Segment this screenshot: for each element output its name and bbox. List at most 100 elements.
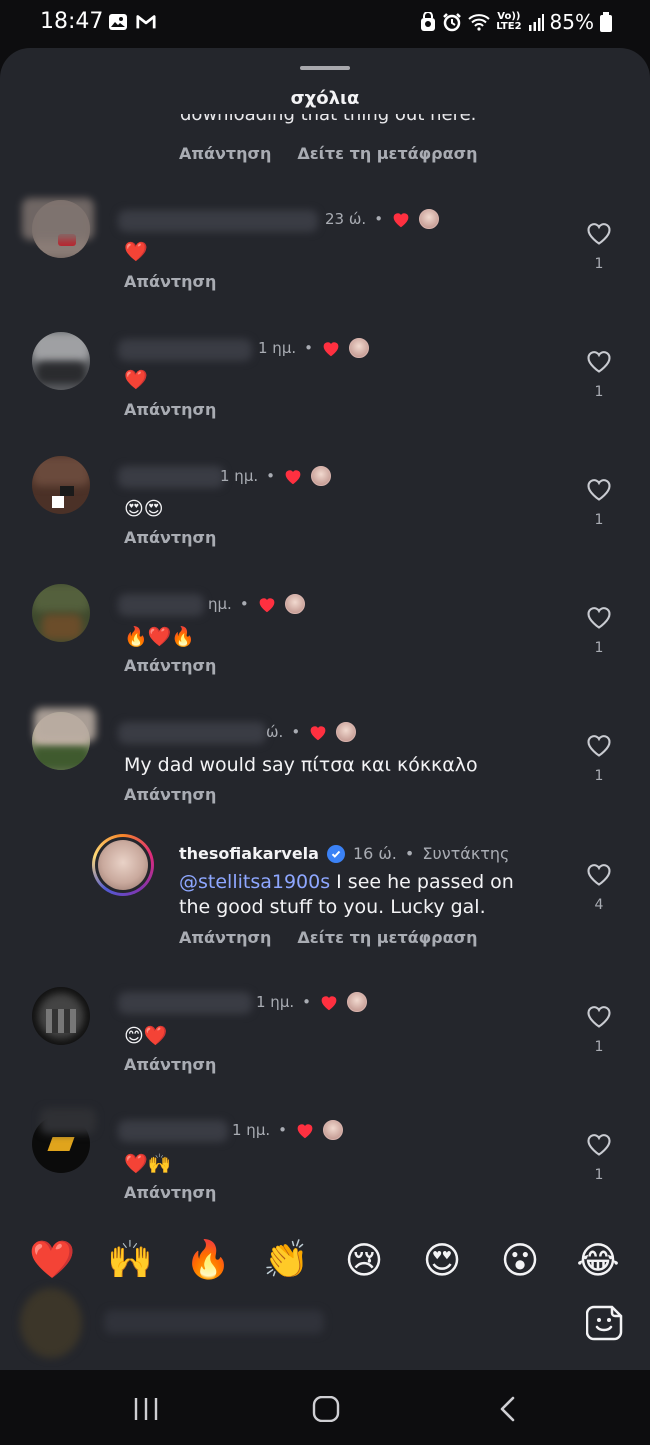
author-liked-heart-icon — [259, 598, 275, 613]
comment-time: 1 ημ. — [220, 467, 259, 485]
reply-button[interactable]: Απάντηση — [179, 928, 271, 947]
like-count: 4 — [594, 897, 604, 913]
quick-reactions-bar: ❤️ 🙌 🔥 👏 😢 😍 😮 😂 — [0, 1234, 650, 1286]
author-avatar-ring[interactable] — [92, 834, 154, 896]
reaction-heart-eyes[interactable]: 😍 — [418, 1239, 466, 1282]
blurred-username — [118, 466, 224, 488]
comment-text: ❤️ — [124, 369, 148, 391]
author-avatar-mini — [323, 1120, 343, 1140]
sheet-title: σχόλια — [290, 88, 360, 109]
avatar[interactable] — [32, 332, 90, 390]
status-time: 18:47 — [40, 9, 104, 34]
partial-comment-actions: Απάντηση Δείτε τη μετάφραση — [179, 144, 477, 163]
system-nav-bar — [0, 1370, 650, 1445]
gmail-icon — [136, 15, 156, 29]
avatar[interactable] — [32, 987, 90, 1045]
comment-text: 🔥❤️🔥 — [124, 626, 195, 648]
like-column: 4 — [581, 861, 617, 913]
see-translation-button[interactable]: Δείτε τη μετάφραση — [297, 144, 477, 163]
reply-button[interactable]: Απάντηση — [124, 272, 216, 291]
status-left-icons — [108, 12, 156, 32]
blurred-username — [118, 1120, 228, 1142]
like-count: 1 — [594, 768, 604, 784]
reply-button[interactable]: Απάντηση — [124, 785, 216, 804]
author-avatar-mini — [419, 209, 440, 229]
comment-text: ❤️🙌 — [124, 1153, 172, 1175]
reaction-clap[interactable]: 👏 — [262, 1238, 310, 1282]
author-liked-heart-icon — [323, 342, 339, 357]
comment-time: ώ. — [266, 723, 284, 741]
reaction-fire[interactable]: 🔥 — [184, 1238, 232, 1282]
back-icon[interactable] — [497, 1396, 519, 1422]
reply-button[interactable]: Απάντηση — [124, 1183, 216, 1202]
reaction-heart[interactable]: ❤️ — [28, 1238, 76, 1282]
heart-outline-icon[interactable] — [585, 1131, 613, 1157]
author-liked-heart-icon — [285, 470, 301, 485]
reaction-raised-hands[interactable]: 🙌 — [106, 1238, 154, 1282]
comment-time: 1 ημ. — [232, 1121, 271, 1139]
blurred-username-cover — [22, 198, 94, 240]
like-column: 1 — [581, 1131, 617, 1183]
reply-text-line1: I see he passed on — [330, 871, 514, 893]
heart-outline-icon[interactable] — [585, 476, 613, 502]
avatar[interactable] — [32, 584, 90, 642]
heart-outline-icon[interactable] — [585, 732, 613, 758]
reply-text-line2: the good stuff to you. Lucky gal. — [179, 896, 486, 918]
reply-time: 16 ώ. — [352, 844, 397, 863]
comment-composer — [0, 1282, 650, 1370]
author-liked-heart-icon — [297, 1124, 313, 1139]
comment-input[interactable] — [104, 1310, 324, 1334]
author-username[interactable]: thesofiakarvela — [179, 844, 319, 863]
comment-meta: ώ. • — [266, 722, 357, 742]
reply-button[interactable]: Απάντηση — [124, 400, 216, 419]
comments-sheet: σχόλια downloading that thing out here. … — [0, 48, 650, 1370]
wifi-icon — [468, 14, 490, 31]
blurred-username — [118, 339, 252, 361]
sticker-icon[interactable] — [586, 1304, 624, 1342]
comment-meta: 1 ημ. • — [258, 338, 369, 358]
heart-outline-icon[interactable] — [585, 1003, 613, 1029]
reply-button[interactable]: Απάντηση — [124, 1055, 216, 1074]
author-avatar-mini — [349, 338, 369, 358]
gallery-icon — [109, 14, 127, 30]
like-count: 1 — [594, 512, 604, 528]
verified-badge-icon — [326, 844, 345, 863]
heart-outline-icon[interactable] — [585, 604, 613, 630]
like-count: 1 — [594, 1039, 604, 1055]
blurred-username — [118, 594, 204, 616]
heart-outline-icon[interactable] — [585, 348, 613, 374]
blurred-username-cover — [40, 1108, 96, 1134]
reply-button[interactable]: Απάντηση — [179, 144, 271, 163]
alarm-icon — [443, 13, 462, 32]
heart-outline-icon[interactable] — [585, 861, 613, 887]
vpn-icon — [421, 12, 436, 31]
like-count: 1 — [594, 384, 604, 400]
comment-time: ημ. — [208, 595, 232, 613]
comment-time: 1 ημ. — [256, 993, 295, 1011]
like-count: 1 — [594, 640, 604, 656]
reply-button[interactable]: Απάντηση — [124, 656, 216, 675]
reaction-crying[interactable]: 😢 — [340, 1239, 388, 1282]
author-avatar — [98, 840, 148, 890]
reaction-laughing[interactable]: 😂 — [574, 1239, 622, 1282]
heart-outline-icon[interactable] — [585, 220, 613, 246]
reply-meta: thesofiakarvela 16 ώ. • Συντάκτης — [179, 844, 510, 863]
avatar[interactable] — [32, 456, 90, 514]
author-role: Συντάκτης — [422, 844, 510, 863]
reply-button[interactable]: Απάντηση — [124, 528, 216, 547]
drag-handle[interactable] — [300, 66, 350, 70]
comment-meta: ημ. • — [208, 594, 305, 614]
comment-meta: 23 ώ. • — [325, 209, 440, 229]
like-count: 1 — [594, 1167, 604, 1183]
home-icon[interactable] — [312, 1396, 340, 1422]
author-avatar-mini — [311, 466, 331, 486]
recents-icon[interactable] — [133, 1396, 159, 1422]
reaction-surprised[interactable]: 😮 — [496, 1239, 544, 1282]
status-bar: 18:47 Vo)) LTE2 85% — [0, 0, 650, 48]
see-translation-button[interactable]: Δείτε τη μετάφραση — [297, 928, 477, 947]
comment-text: 😊❤️ — [124, 1025, 168, 1047]
comment-meta: 1 ημ. • — [220, 466, 331, 486]
like-column: 1 — [581, 220, 617, 272]
mention-link[interactable]: @stellitsa1900s — [179, 871, 330, 893]
like-column: 1 — [581, 1003, 617, 1055]
